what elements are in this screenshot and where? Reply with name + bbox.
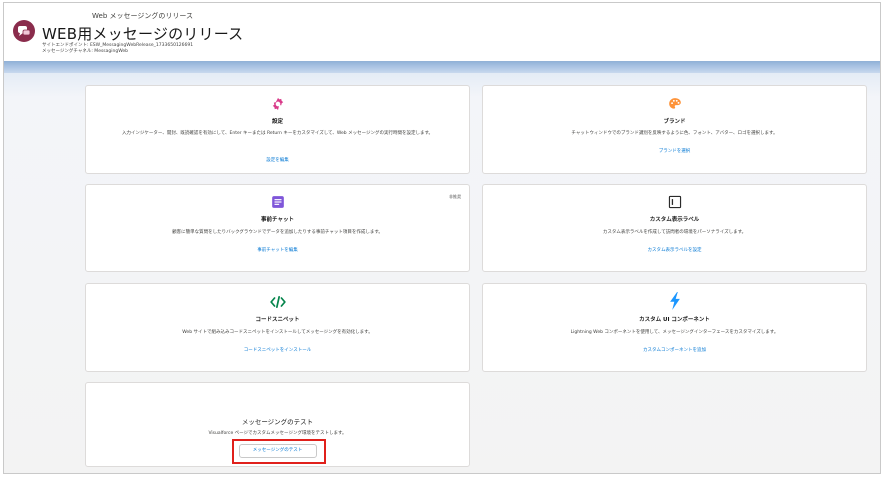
edit-prechat-link[interactable]: 事前チャットを編集 xyxy=(86,247,469,253)
code-snippet-title: コードスニペット xyxy=(255,317,300,323)
header-band xyxy=(4,61,880,73)
code-icon xyxy=(269,294,286,313)
set-custom-labels-link[interactable]: カスタム表示ラベルを設定 xyxy=(483,247,866,253)
custom-ui-card: カスタム UI コンポーネント Lightning Web コンポーネントを使用… xyxy=(482,283,867,372)
code-snippet-card: コードスニペット Web サイトで組み込みコードスニペットをインストールしてメッ… xyxy=(85,283,470,372)
lightning-icon xyxy=(668,292,682,314)
brand-title: ブランド xyxy=(663,119,686,125)
prechat-card: 非推奨 事前チャット 顧客に簡単な質問をしたりバックグラウンドでデータを追加した… xyxy=(85,184,470,272)
messaging-test-description: Visualforce ページでカスタムメッセージング環境をテストします。 xyxy=(208,431,347,436)
brand-description: チャットウィンドウでのブランド識別を反映するように色、フォント、アバター、ロゴを… xyxy=(571,131,778,136)
custom-labels-description: カスタム表示ラベルを作成して訪問者の環境をパーソナライズします。 xyxy=(602,230,747,235)
install-snippet-link[interactable]: コードスニペットをインストール xyxy=(86,347,469,353)
deprecated-badge: 非推奨 xyxy=(449,194,461,199)
settings-title: 設定 xyxy=(271,119,283,125)
settings-description: 入力インジケーター、開封、既読確認を有効にして、Enter キーまたは Retu… xyxy=(121,131,434,136)
custom-labels-title: カスタム表示ラベル xyxy=(649,217,700,223)
messaging-channel-text: メッセージングチャネル: MessagingWeb xyxy=(42,49,129,54)
messaging-app-icon xyxy=(13,20,35,42)
messaging-test-card: メッセージングのテスト Visualforce ページでカスタムメッセージング環… xyxy=(85,382,470,467)
form-icon xyxy=(271,194,285,213)
brand-card: ブランド チャットウィンドウでのブランド識別を反映するように色、フォント、アバタ… xyxy=(482,85,867,174)
add-component-link[interactable]: カスタムコンポーネントを追加 xyxy=(483,347,866,353)
page-header: Web メッセージングのリリース WEB用メッセージのリリース サイトエンドポイ… xyxy=(4,3,880,61)
settings-card: 設定 入力インジケーター、開封、既読確認を有効にして、Enter キーまたは R… xyxy=(85,85,470,174)
gear-icon xyxy=(271,96,285,115)
select-brand-link[interactable]: ブランドを選択 xyxy=(483,148,866,154)
prechat-title: 事前チャット xyxy=(261,217,294,223)
custom-ui-title: カスタム UI コンポーネント xyxy=(639,317,710,323)
custom-ui-description: Lightning Web コンポーネントを使用して、メッセージングインターフェ… xyxy=(570,330,779,335)
custom-label-icon xyxy=(668,194,682,213)
page-eyebrow: Web メッセージングのリリース xyxy=(92,12,193,20)
edit-settings-link[interactable]: 設定を編集 xyxy=(86,157,469,163)
app-frame: Web メッセージングのリリース WEB用メッセージのリリース サイトエンドポイ… xyxy=(3,2,881,474)
prechat-description: 顧客に簡単な質問をしたりバックグラウンドでデータを追加したりする事前チャット項目… xyxy=(172,230,383,235)
palette-icon xyxy=(668,96,682,115)
code-snippet-description: Web サイトで組み込みコードスニペットをインストールしてメッセージングを有効化… xyxy=(182,330,373,335)
custom-labels-card: カスタム表示ラベル カスタム表示ラベルを作成して訪問者の環境をパーソナライズしま… xyxy=(482,184,867,272)
highlight-box xyxy=(232,439,326,464)
page-title: WEB用メッセージのリリース xyxy=(42,25,244,43)
messaging-test-title: メッセージングのテスト xyxy=(241,418,314,426)
